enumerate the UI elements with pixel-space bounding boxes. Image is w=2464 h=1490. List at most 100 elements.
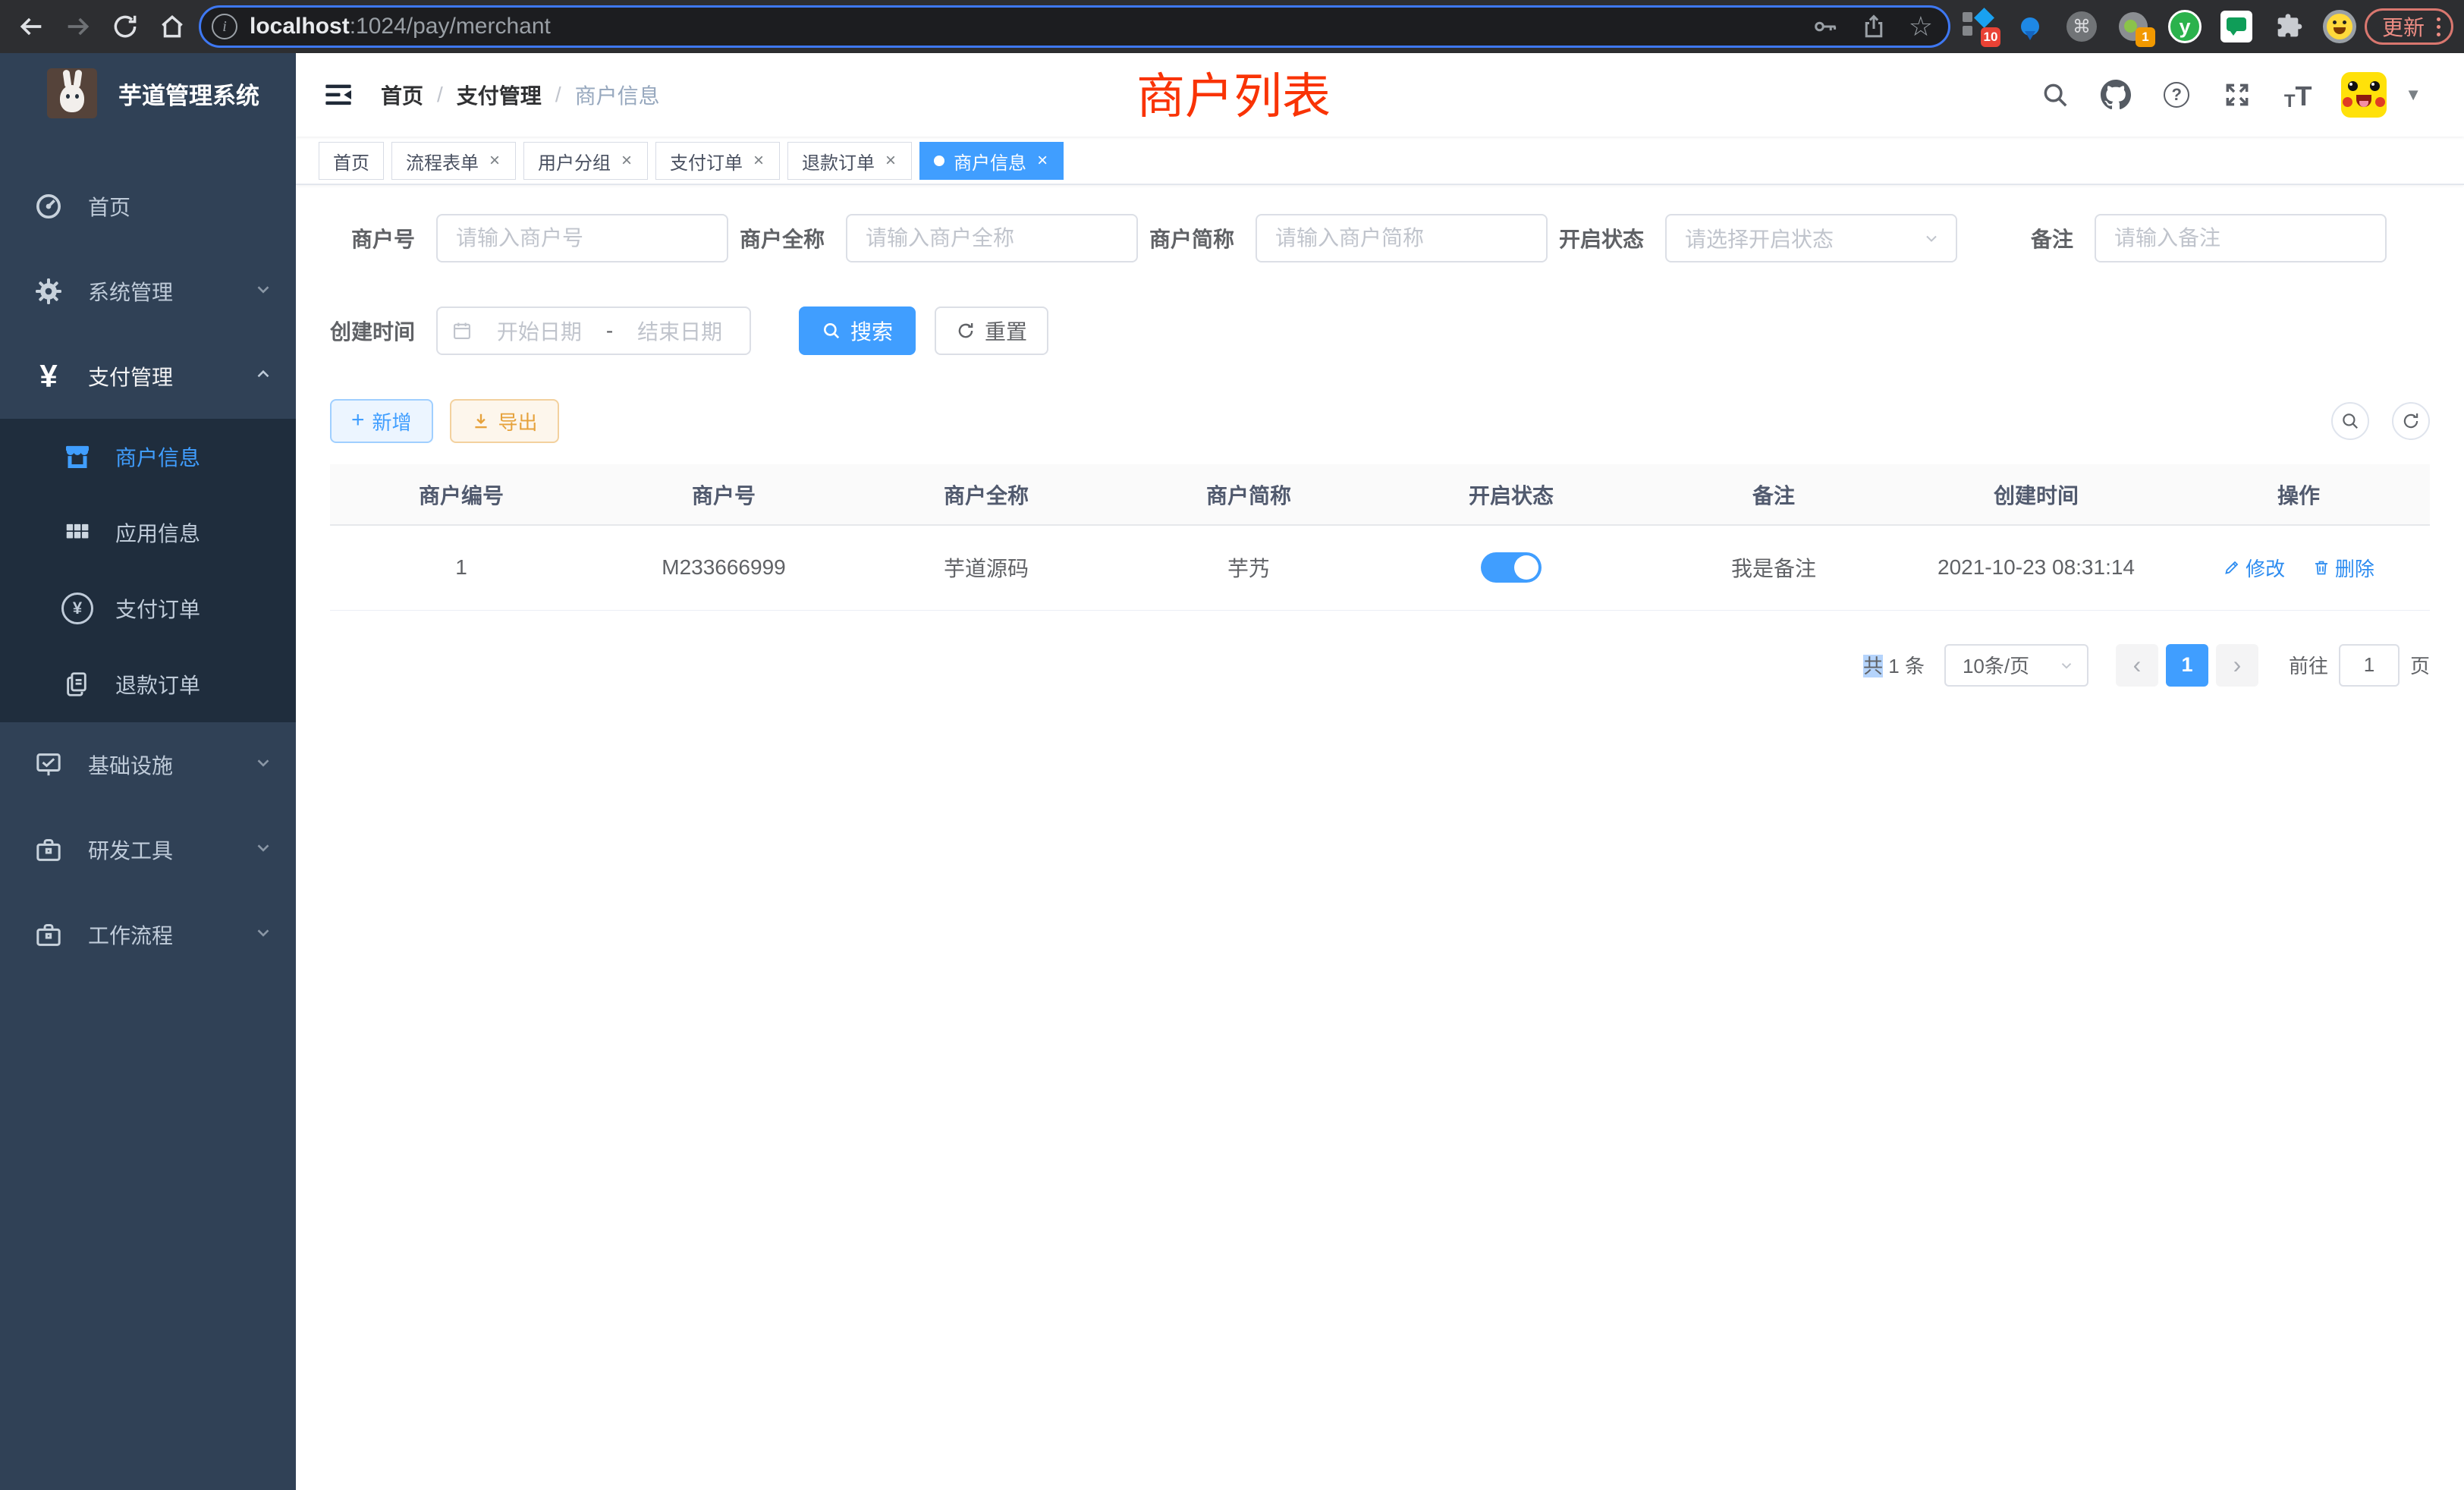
- home-button[interactable]: [149, 6, 196, 47]
- goto-page-input[interactable]: [2339, 644, 2400, 687]
- close-icon[interactable]: ×: [1036, 152, 1049, 170]
- sidebar-item-system[interactable]: 系统管理: [0, 249, 296, 334]
- tab-user-group[interactable]: 用户分组×: [523, 142, 648, 180]
- sidebar-item-label: 应用信息: [115, 517, 273, 548]
- edit-link[interactable]: 修改: [2223, 554, 2285, 582]
- sidebar-item-payment[interactable]: ¥ 支付管理: [0, 334, 296, 419]
- page-1-button[interactable]: 1: [2166, 644, 2208, 687]
- font-size-icon[interactable]: TT: [2280, 77, 2315, 112]
- sidebar-item-merchant-info[interactable]: 商户信息: [0, 419, 296, 495]
- page-size-select[interactable]: 10条/页: [1944, 644, 2088, 687]
- table-toolbar: + 新增 导出: [330, 399, 2430, 443]
- search-icon[interactable]: [2038, 77, 2073, 112]
- browser-profile-avatar[interactable]: [2322, 8, 2357, 46]
- chevron-down-icon: [253, 753, 273, 778]
- fullscreen-icon[interactable]: [2220, 77, 2255, 112]
- next-page-button[interactable]: ›: [2216, 644, 2258, 687]
- export-button[interactable]: 导出: [450, 399, 559, 443]
- merchant-short-input[interactable]: [1256, 214, 1548, 262]
- tab-merchant-info[interactable]: 商户信息×: [919, 142, 1064, 180]
- delete-link[interactable]: 删除: [2312, 554, 2374, 582]
- field-label: 商户号: [330, 223, 415, 253]
- extension-chat-icon[interactable]: [2219, 8, 2254, 46]
- date-range-picker[interactable]: 开始日期 - 结束日期: [436, 306, 751, 355]
- reset-button[interactable]: 重置: [935, 306, 1048, 355]
- sidebar-item-home[interactable]: 首页: [0, 164, 296, 249]
- status-select[interactable]: 请选择开启状态: [1665, 214, 1957, 262]
- merchant-no-input[interactable]: [436, 214, 728, 262]
- edit-label: 修改: [2246, 554, 2285, 582]
- col-remark: 备注: [1642, 464, 1905, 525]
- url-path: :1024/pay/merchant: [350, 14, 551, 39]
- user-avatar[interactable]: [2341, 72, 2387, 118]
- extension-y-icon[interactable]: y: [2167, 8, 2202, 46]
- sidebar-collapse-icon[interactable]: [322, 78, 355, 112]
- sidebar-item-label: 退款订单: [115, 669, 273, 699]
- filter-merchant-short: 商户简称: [1149, 214, 1548, 262]
- filter-create-time: 创建时间 开始日期 - 结束日期: [330, 306, 751, 355]
- close-icon[interactable]: ×: [752, 152, 765, 170]
- bookmark-star-icon[interactable]: ☆: [1909, 13, 1933, 40]
- status-toggle[interactable]: [1481, 552, 1542, 583]
- payment-submenu: 商户信息 应用信息 ¥ 支付订单: [0, 419, 296, 722]
- extension-badge: 10: [1981, 27, 2000, 47]
- close-icon[interactable]: ×: [620, 152, 633, 170]
- sidebar-logo[interactable]: 芋道管理系统: [0, 53, 296, 134]
- remark-input[interactable]: [2095, 214, 2387, 262]
- browser-update-button[interactable]: 更新: [2365, 8, 2453, 45]
- breadcrumb-home[interactable]: 首页: [381, 80, 423, 110]
- merchant-name-input[interactable]: [846, 214, 1138, 262]
- main-area: 商户列表 首页 / 支付管理 / 商户信息: [296, 53, 2464, 1490]
- export-label: 导出: [498, 407, 538, 435]
- total-value: 1: [1888, 655, 1899, 677]
- extensions-puzzle-icon[interactable]: [2271, 8, 2305, 46]
- help-icon[interactable]: ?: [2159, 77, 2194, 112]
- close-icon[interactable]: ×: [884, 152, 897, 170]
- sidebar-item-dev-tools[interactable]: 研发工具: [0, 807, 296, 892]
- tab-refund-order[interactable]: 退款订单×: [787, 142, 912, 180]
- calendar-icon: [451, 320, 473, 341]
- share-icon[interactable]: [1860, 13, 1887, 40]
- sidebar-item-refund-order[interactable]: 退款订单: [0, 646, 296, 722]
- tab-label: 流程表单: [406, 148, 479, 174]
- total-suffix: 条: [1905, 655, 1925, 677]
- github-icon[interactable]: [2098, 77, 2133, 112]
- reload-button[interactable]: [102, 6, 149, 47]
- forward-button[interactable]: [55, 6, 102, 47]
- hide-search-button[interactable]: [2331, 402, 2369, 440]
- extension-command-icon[interactable]: ⌘: [2064, 8, 2099, 46]
- reset-label: 重置: [985, 316, 1027, 346]
- navbar-actions: ? TT ▼: [2038, 72, 2422, 118]
- browser-menu-icon[interactable]: [2437, 17, 2440, 36]
- sidebar-item-infrastructure[interactable]: 基础设施: [0, 722, 296, 807]
- password-key-icon[interactable]: [1812, 13, 1839, 40]
- url-bar[interactable]: i localhost:1024/pay/merchant ☆: [199, 5, 1950, 48]
- search-button[interactable]: 搜索: [799, 306, 916, 355]
- tags-view-bar: 首页 流程表单 × 用户分组× 支付订单× 退款订单× 商户信息×: [296, 137, 2464, 185]
- extension-pin-icon[interactable]: [2013, 8, 2048, 46]
- forward-icon: [63, 11, 93, 42]
- sidebar-item-app-info[interactable]: 应用信息: [0, 495, 296, 571]
- sidebar-item-workflow[interactable]: 工作流程: [0, 892, 296, 977]
- close-icon[interactable]: ×: [488, 152, 501, 170]
- field-label: 商户简称: [1149, 223, 1234, 253]
- app-title: 芋道管理系统: [118, 77, 259, 111]
- add-button[interactable]: + 新增: [330, 399, 433, 443]
- site-info-icon[interactable]: i: [212, 14, 237, 39]
- search-icon: [822, 321, 841, 341]
- tab-home[interactable]: 首页: [319, 142, 384, 180]
- refresh-table-button[interactable]: [2392, 402, 2430, 440]
- extension-tampermonkey-icon[interactable]: 10: [1961, 8, 1996, 46]
- extension-proxy-icon[interactable]: 1: [2116, 8, 2151, 46]
- prev-page-button[interactable]: ‹: [2116, 644, 2158, 687]
- back-button[interactable]: [8, 6, 55, 47]
- chevron-down-icon: [253, 279, 273, 304]
- breadcrumb-separator: /: [555, 83, 561, 107]
- select-placeholder: 请选择开启状态: [1685, 223, 1922, 253]
- avatar-caret-icon[interactable]: ▼: [2405, 85, 2422, 105]
- col-actions: 操作: [2167, 464, 2430, 525]
- tab-pay-order[interactable]: 支付订单×: [655, 142, 780, 180]
- tab-process-form[interactable]: 流程表单 ×: [391, 142, 516, 180]
- sidebar-item-pay-order[interactable]: ¥ 支付订单: [0, 571, 296, 646]
- breadcrumb-payment[interactable]: 支付管理: [457, 80, 542, 110]
